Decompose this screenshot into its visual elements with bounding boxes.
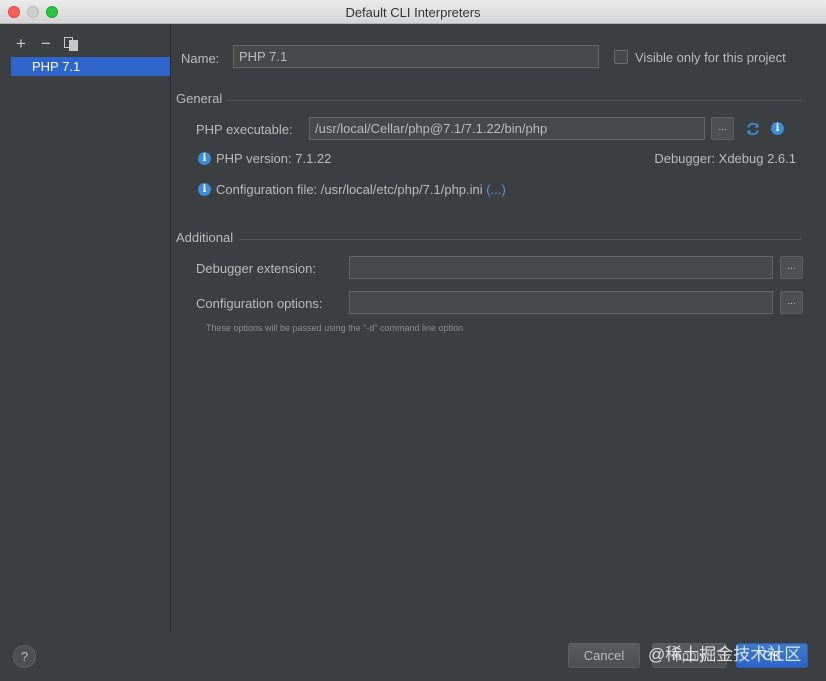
general-section-title: General <box>176 91 223 106</box>
title-bar: Default CLI Interpreters <box>0 0 826 24</box>
remove-interpreter-button[interactable]: − <box>39 35 53 52</box>
cancel-button[interactable]: Cancel <box>568 643 640 668</box>
name-label: Name: <box>181 51 220 66</box>
configuration-file-path: Configuration file: /usr/local/etc/php/7… <box>216 182 483 197</box>
browse-executable-button[interactable]: ... <box>711 117 734 140</box>
sidebar-toolbar: + − <box>14 35 78 52</box>
debugger-text: Debugger: Xdebug 2.6.1 <box>654 151 796 166</box>
configuration-options-input[interactable] <box>349 291 773 314</box>
reload-icon[interactable] <box>745 121 761 137</box>
configuration-file-text: Configuration file: /usr/local/etc/php/7… <box>216 182 506 197</box>
visible-only-checkbox[interactable] <box>614 50 628 64</box>
info-icon: i <box>198 183 211 196</box>
add-interpreter-button[interactable]: + <box>14 35 28 52</box>
help-button[interactable]: ? <box>13 645 36 668</box>
interpreter-settings-panel: Name: PHP 7.1 Visible only for this proj… <box>172 24 826 632</box>
additional-separator <box>239 239 802 240</box>
php-executable-input[interactable]: /usr/local/Cellar/php@7.1/7.1.22/bin/php <box>309 117 705 140</box>
php-executable-label: PHP executable: <box>196 122 293 137</box>
info-icon[interactable]: i <box>771 122 784 135</box>
configuration-options-label: Configuration options: <box>196 296 323 311</box>
browse-debugger-extension-button[interactable]: ... <box>780 256 803 279</box>
info-icon: i <box>198 152 211 165</box>
visible-only-label: Visible only for this project <box>635 50 786 65</box>
debugger-extension-input[interactable] <box>349 256 773 279</box>
interpreters-sidebar: + − PHP 7.1 <box>0 24 171 632</box>
copy-icon[interactable] <box>64 37 78 51</box>
window-title: Default CLI Interpreters <box>345 5 481 20</box>
browse-configuration-options-button[interactable]: ... <box>780 291 803 314</box>
debugger-extension-label: Debugger extension: <box>196 261 316 276</box>
dialog-footer: ? Cancel Apply OK @稀土掘金技术社区 <box>0 632 826 681</box>
additional-section-title: Additional <box>176 230 234 245</box>
watermark-text: @稀土掘金技术社区 <box>648 645 802 664</box>
name-input[interactable]: PHP 7.1 <box>233 45 599 68</box>
configuration-file-link[interactable]: (...) <box>486 182 506 197</box>
configuration-options-hint: These options will be passed using the "… <box>206 323 464 333</box>
sidebar-item-php-7-1[interactable]: PHP 7.1 <box>11 57 170 76</box>
php-version-text: PHP version: 7.1.22 <box>216 151 332 166</box>
general-separator <box>227 100 802 101</box>
